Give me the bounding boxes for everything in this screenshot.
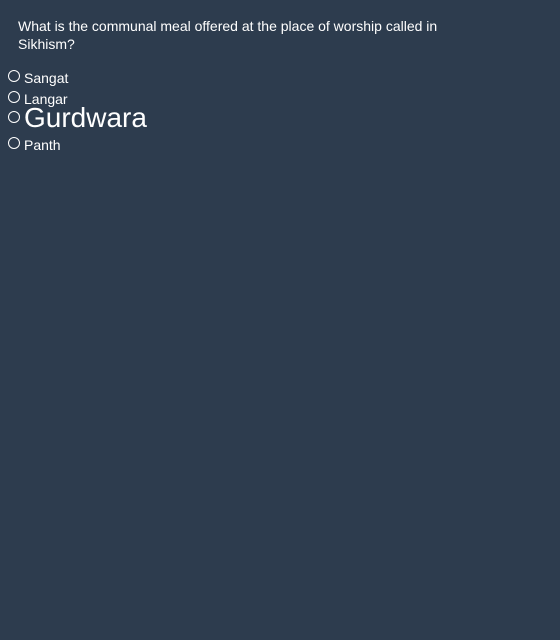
option-label: Panth — [24, 137, 61, 153]
option-sangat[interactable]: Sangat — [8, 68, 548, 89]
option-gurdwara[interactable]: Gurdwara — [8, 104, 548, 137]
radio-button-gurdwara[interactable] — [8, 111, 20, 123]
radio-button-panth[interactable] — [8, 137, 20, 149]
option-label: Sangat — [24, 70, 69, 86]
radio-button-langar[interactable] — [8, 91, 20, 103]
radio-button-sangat[interactable] — [8, 70, 20, 82]
option-label: Gurdwara — [24, 102, 147, 133]
quiz-container: What is the communal meal offered at the… — [0, 0, 560, 640]
question-text: What is the communal meal offered at the… — [18, 18, 438, 52]
answer-options: Sangat Langar Gurdwara Panth — [8, 68, 548, 157]
option-panth[interactable]: Panth — [8, 137, 548, 157]
